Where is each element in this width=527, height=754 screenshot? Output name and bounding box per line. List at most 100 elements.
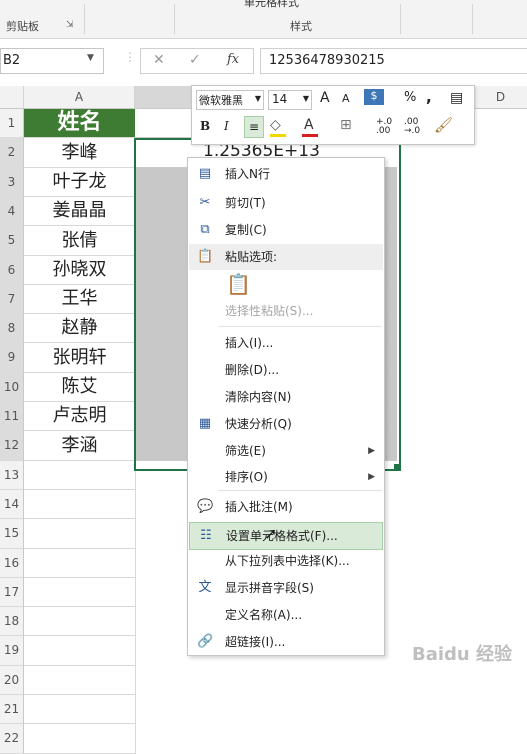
- name-cell[interactable]: 张倩: [24, 226, 136, 256]
- row-header[interactable]: 22: [0, 724, 24, 754]
- context-menu-item[interactable]: ⧉ 复制(C): [189, 217, 383, 243]
- name-cell[interactable]: 陈艾: [24, 373, 136, 402]
- empty-cell[interactable]: [24, 461, 136, 490]
- name-cell[interactable]: 王华: [24, 285, 136, 314]
- column-header-b[interactable]: [135, 86, 192, 109]
- context-menu-item[interactable]: 文显示拼音字段(S): [189, 575, 383, 601]
- context-menu-item[interactable]: 删除(D)...: [189, 357, 383, 383]
- context-menu-item-label: 插入N行: [225, 167, 270, 181]
- row-header[interactable]: 8: [0, 314, 24, 343]
- context-menu-item[interactable]: 💬 插入批注(M): [189, 494, 383, 520]
- chevron-down-icon[interactable]: ▼: [87, 53, 94, 63]
- name-cell[interactable]: 卢志明: [24, 402, 136, 431]
- styles-group-label: 样式: [290, 20, 312, 33]
- name-cell[interactable]: 孙晓双: [24, 256, 136, 285]
- mouse-cursor-icon: ➚: [264, 524, 278, 543]
- empty-cell[interactable]: [24, 695, 136, 724]
- name-cell[interactable]: 李涵: [24, 431, 136, 461]
- dialog-launcher-icon[interactable]: ⇲: [66, 20, 74, 30]
- align-center-icon[interactable]: ≡: [244, 116, 264, 138]
- name-box[interactable]: B2 ▼: [0, 48, 104, 74]
- fill-color-icon[interactable]: ◇: [270, 117, 281, 133]
- name-cell[interactable]: 李峰: [24, 138, 136, 168]
- row-header[interactable]: 19: [0, 636, 24, 666]
- row-header[interactable]: 11: [0, 402, 24, 431]
- context-menu-item[interactable]: 清除内容(N): [189, 384, 383, 410]
- row-header[interactable]: 15: [0, 519, 24, 549]
- name-cell[interactable]: 叶子龙: [24, 168, 136, 197]
- empty-cell[interactable]: [24, 549, 136, 578]
- name-cell[interactable]: 赵静: [24, 314, 136, 343]
- row-header[interactable]: 6: [0, 256, 24, 285]
- format-painter-icon[interactable]: 🖌: [434, 116, 453, 134]
- select-all-corner[interactable]: [0, 86, 24, 109]
- increase-decimal-button[interactable]: +.0 .00: [376, 118, 396, 136]
- context-menu-item[interactable]: 📋 粘贴选项:: [189, 244, 383, 270]
- fill-handle[interactable]: [394, 464, 399, 469]
- formula-input[interactable]: 12536478930215: [260, 48, 527, 74]
- row-header[interactable]: 9: [0, 343, 24, 373]
- column-header-a[interactable]: A: [24, 86, 135, 109]
- empty-cell[interactable]: [24, 607, 136, 636]
- borders-icon[interactable]: ⊞: [340, 117, 352, 133]
- font-size-select[interactable]: 14 ▼: [268, 90, 312, 110]
- context-menu-item[interactable]: ☷ 设置单元格格式(F)...: [189, 522, 383, 550]
- row-header[interactable]: 12: [0, 431, 24, 461]
- context-menu-item[interactable]: ▦ 快速分析(Q): [189, 411, 383, 437]
- shrink-font-button[interactable]: A: [342, 92, 350, 105]
- row-header[interactable]: 14: [0, 490, 24, 519]
- insert-rows-icon: ▤: [198, 166, 212, 181]
- context-menu-item[interactable]: 排序(O) ▶: [189, 464, 383, 490]
- row-header[interactable]: 17: [0, 578, 24, 607]
- grow-font-button[interactable]: A: [320, 90, 330, 106]
- header-cell[interactable]: 姓名: [24, 109, 136, 138]
- context-menu: ▤ 插入N行 ✂ 剪切(T) ⧉ 复制(C) 📋 粘贴选项: 选择性粘贴(S)... 插入(I).…: [187, 157, 385, 656]
- context-menu-item[interactable]: 定义名称(A)...: [189, 602, 383, 628]
- empty-cell[interactable]: [24, 724, 136, 754]
- context-menu-item-label: 插入批注(M): [225, 500, 293, 514]
- bold-button[interactable]: B: [200, 119, 210, 133]
- row-header[interactable]: 1: [0, 109, 24, 138]
- percent-button[interactable]: %: [404, 90, 416, 105]
- row-header[interactable]: 13: [0, 461, 24, 490]
- context-menu-item-label: 排序(O): [225, 470, 268, 484]
- name-cell[interactable]: 姜晶晶: [24, 197, 136, 226]
- column-header-d[interactable]: D: [474, 86, 527, 109]
- context-menu-item[interactable]: ▤ 插入N行: [189, 161, 383, 187]
- accounting-format-icon[interactable]: $: [364, 89, 384, 105]
- name-cell[interactable]: 张明轩: [24, 343, 136, 373]
- comment-icon: 💬: [197, 499, 214, 514]
- row-header[interactable]: 16: [0, 549, 24, 578]
- empty-cell[interactable]: [24, 578, 136, 607]
- decrease-decimal-button[interactable]: .00 →.0: [404, 118, 426, 136]
- italic-button[interactable]: I: [224, 119, 229, 133]
- confirm-icon[interactable]: ✓: [189, 52, 201, 68]
- empty-cell[interactable]: [24, 519, 136, 549]
- copy-icon: ⧉: [200, 222, 210, 237]
- paste-option-icon[interactable]: 📋: [226, 272, 251, 296]
- ribbon-separator: [84, 4, 85, 34]
- font-color-button[interactable]: A: [304, 117, 314, 133]
- quick-analysis-icon: ▦: [198, 416, 212, 431]
- row-header[interactable]: 3: [0, 168, 24, 197]
- context-menu-item[interactable]: 筛选(E) ▶: [189, 438, 383, 464]
- context-menu-item[interactable]: 插入(I)...: [189, 330, 383, 356]
- cancel-icon[interactable]: ✕: [153, 52, 165, 68]
- context-menu-item[interactable]: ✂ 剪切(T): [189, 190, 383, 216]
- context-menu-item[interactable]: 🔗 超链接(I)...: [189, 629, 383, 655]
- row-header[interactable]: 5: [0, 226, 24, 256]
- row-header[interactable]: 7: [0, 285, 24, 314]
- row-header[interactable]: 10: [0, 373, 24, 402]
- insert-function-icon[interactable]: fx: [227, 52, 239, 67]
- row-header[interactable]: 18: [0, 607, 24, 636]
- cell-styles-button[interactable]: 单元格样式: [244, 0, 299, 10]
- row-header[interactable]: 4: [0, 197, 24, 226]
- font-name-select[interactable]: 微软雅黑 ▼: [196, 90, 264, 110]
- row-header[interactable]: 2: [0, 138, 24, 168]
- row-header[interactable]: 21: [0, 695, 24, 724]
- comma-button[interactable]: ,: [426, 88, 432, 106]
- format-painter-grid-icon[interactable]: ▤: [450, 90, 463, 106]
- context-menu-item[interactable]: 从下拉列表中选择(K)...: [189, 548, 383, 574]
- empty-cell[interactable]: [24, 490, 136, 519]
- empty-cell[interactable]: [24, 636, 136, 666]
